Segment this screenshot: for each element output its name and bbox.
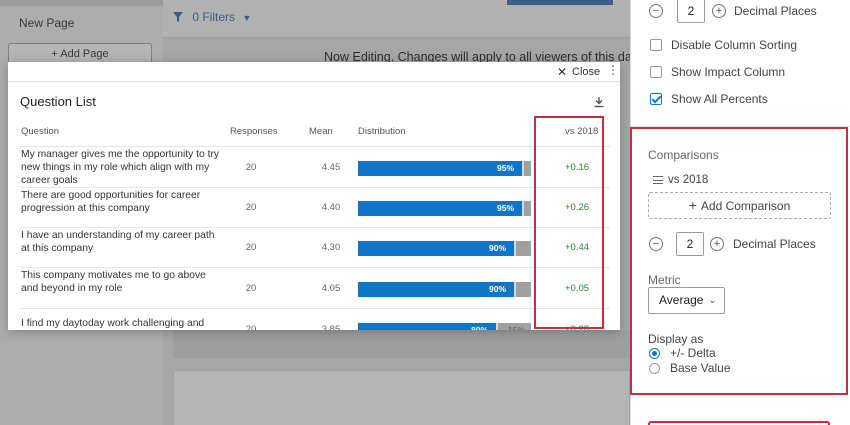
close-button[interactable]: Close	[572, 66, 600, 78]
table-row: I find my daytoday work challenging and 2…	[20, 310, 610, 330]
filter-bar: 0 Filters ▼	[163, 0, 630, 38]
table-row: This company motivates me to go above an…	[20, 268, 610, 309]
show-impact-column-checkbox[interactable]	[650, 66, 662, 78]
option-label: Disable Column Sorting	[671, 38, 798, 52]
widget-card	[173, 370, 630, 425]
metric-select[interactable]: Average ⌄	[648, 287, 725, 314]
mean-value: 4.45	[321, 162, 341, 173]
question-text: There are good opportunities for career …	[21, 190, 201, 214]
mean-value: 4.05	[321, 283, 341, 294]
column-header-mean[interactable]: Mean	[309, 126, 333, 137]
more-options-icon[interactable]: ⋮	[607, 63, 619, 77]
left-nav-top-strip	[0, 0, 163, 6]
distribution-bar: 90%	[358, 241, 531, 256]
table-row: My manager gives me the opportunity to t…	[20, 147, 610, 188]
comparisons-section: Comparisons vs 2018 + Add Comparison − 2 …	[630, 127, 848, 395]
display-option-label: Base Value	[670, 361, 731, 375]
close-icon[interactable]: ✕	[557, 65, 567, 79]
mean-value: 3.85	[321, 324, 341, 330]
decimal-places-input[interactable]: 2	[677, 0, 705, 23]
decrement-icon[interactable]: −	[649, 237, 663, 251]
metric-label: Metric	[648, 273, 681, 287]
download-icon[interactable]	[593, 96, 605, 108]
question-list-modal: ✕ Close ⋮ Question List Question Respons…	[8, 62, 620, 330]
show-all-percents-checkbox[interactable]	[650, 93, 662, 105]
question-text: I have an understanding of my career pat…	[21, 230, 215, 254]
plus-icon: +	[688, 197, 697, 213]
display-option-label: +/- Delta	[670, 346, 716, 360]
distribution-bar: 80% 15%	[358, 323, 531, 330]
responses-value: 20	[245, 283, 257, 294]
comparison-column-highlight	[534, 116, 604, 329]
table-row: I have an understanding of my career pat…	[20, 228, 610, 268]
drag-handle-icon[interactable]	[653, 176, 663, 184]
option-label: Show Impact Column	[671, 65, 786, 79]
question-text: This company motivates me to go above an…	[21, 270, 206, 294]
responses-value: 20	[245, 324, 257, 330]
decimal-places-label: Decimal Places	[733, 237, 816, 251]
display-as-label: Display as	[648, 332, 704, 346]
distribution-bar: 95%	[358, 161, 531, 176]
chevron-down-icon: ⌄	[708, 295, 716, 305]
comparison-item[interactable]: vs 2018	[668, 174, 708, 186]
modal-toolbar: ✕ Close ⋮	[8, 62, 620, 82]
delta-radio[interactable]	[649, 348, 660, 359]
distribution-percent: 90%	[489, 243, 507, 253]
panel-bottom-button[interactable]	[648, 421, 830, 425]
distribution-remainder	[516, 241, 531, 256]
column-header-responses[interactable]: Responses	[230, 126, 278, 137]
distribution-percent: 95%	[497, 163, 515, 173]
metric-value: Average	[659, 293, 704, 307]
distribution-remainder	[524, 161, 531, 176]
distribution-bar: 90%	[358, 282, 531, 297]
widget-card-shadow	[173, 330, 630, 358]
base-value-radio[interactable]	[649, 363, 660, 374]
distribution-percent: 90%	[489, 284, 507, 294]
distribution-bar: 95%	[358, 201, 531, 216]
filters-dropdown[interactable]: 0 Filters ▼	[173, 10, 251, 24]
responses-value: 20	[245, 242, 257, 253]
increment-icon[interactable]: +	[712, 4, 726, 18]
chevron-down-icon: ▼	[242, 13, 252, 23]
option-label: Show All Percents	[671, 92, 768, 106]
decrement-icon[interactable]: −	[649, 4, 663, 18]
filter-icon	[173, 10, 186, 24]
decimal-places-label: Decimal Places	[734, 4, 817, 18]
widget-title: Question List	[20, 94, 96, 109]
mean-value: 4.40	[321, 202, 341, 213]
question-text: I find my daytoday work challenging and	[21, 318, 205, 329]
comparisons-title: Comparisons	[648, 148, 719, 162]
comparison-decimal-input[interactable]: 2	[676, 232, 704, 256]
add-comparison-label: Add Comparison	[700, 199, 791, 213]
disable-column-sorting-checkbox[interactable]	[650, 39, 662, 51]
distribution-percent: 95%	[497, 203, 515, 213]
responses-value: 20	[245, 162, 257, 173]
distribution-remainder	[524, 201, 531, 216]
filters-label: 0 Filters	[192, 10, 236, 24]
question-text: My manager gives me the opportunity to t…	[21, 149, 220, 186]
responses-value: 20	[245, 202, 257, 213]
column-header-distribution[interactable]: Distribution	[358, 126, 406, 137]
table-row: There are good opportunities for career …	[20, 188, 610, 228]
add-comparison-button[interactable]: + Add Comparison	[648, 192, 831, 219]
distribution-percent: 80%	[471, 325, 489, 330]
mean-value: 4.30	[321, 242, 341, 253]
distribution-remainder	[516, 282, 531, 297]
increment-icon[interactable]: +	[710, 237, 724, 251]
distribution-remainder-percent: 15%	[508, 325, 526, 330]
page-list-item[interactable]: New Page	[0, 8, 163, 38]
column-header-question[interactable]: Question	[21, 126, 59, 137]
top-action-button[interactable]	[507, 0, 613, 5]
